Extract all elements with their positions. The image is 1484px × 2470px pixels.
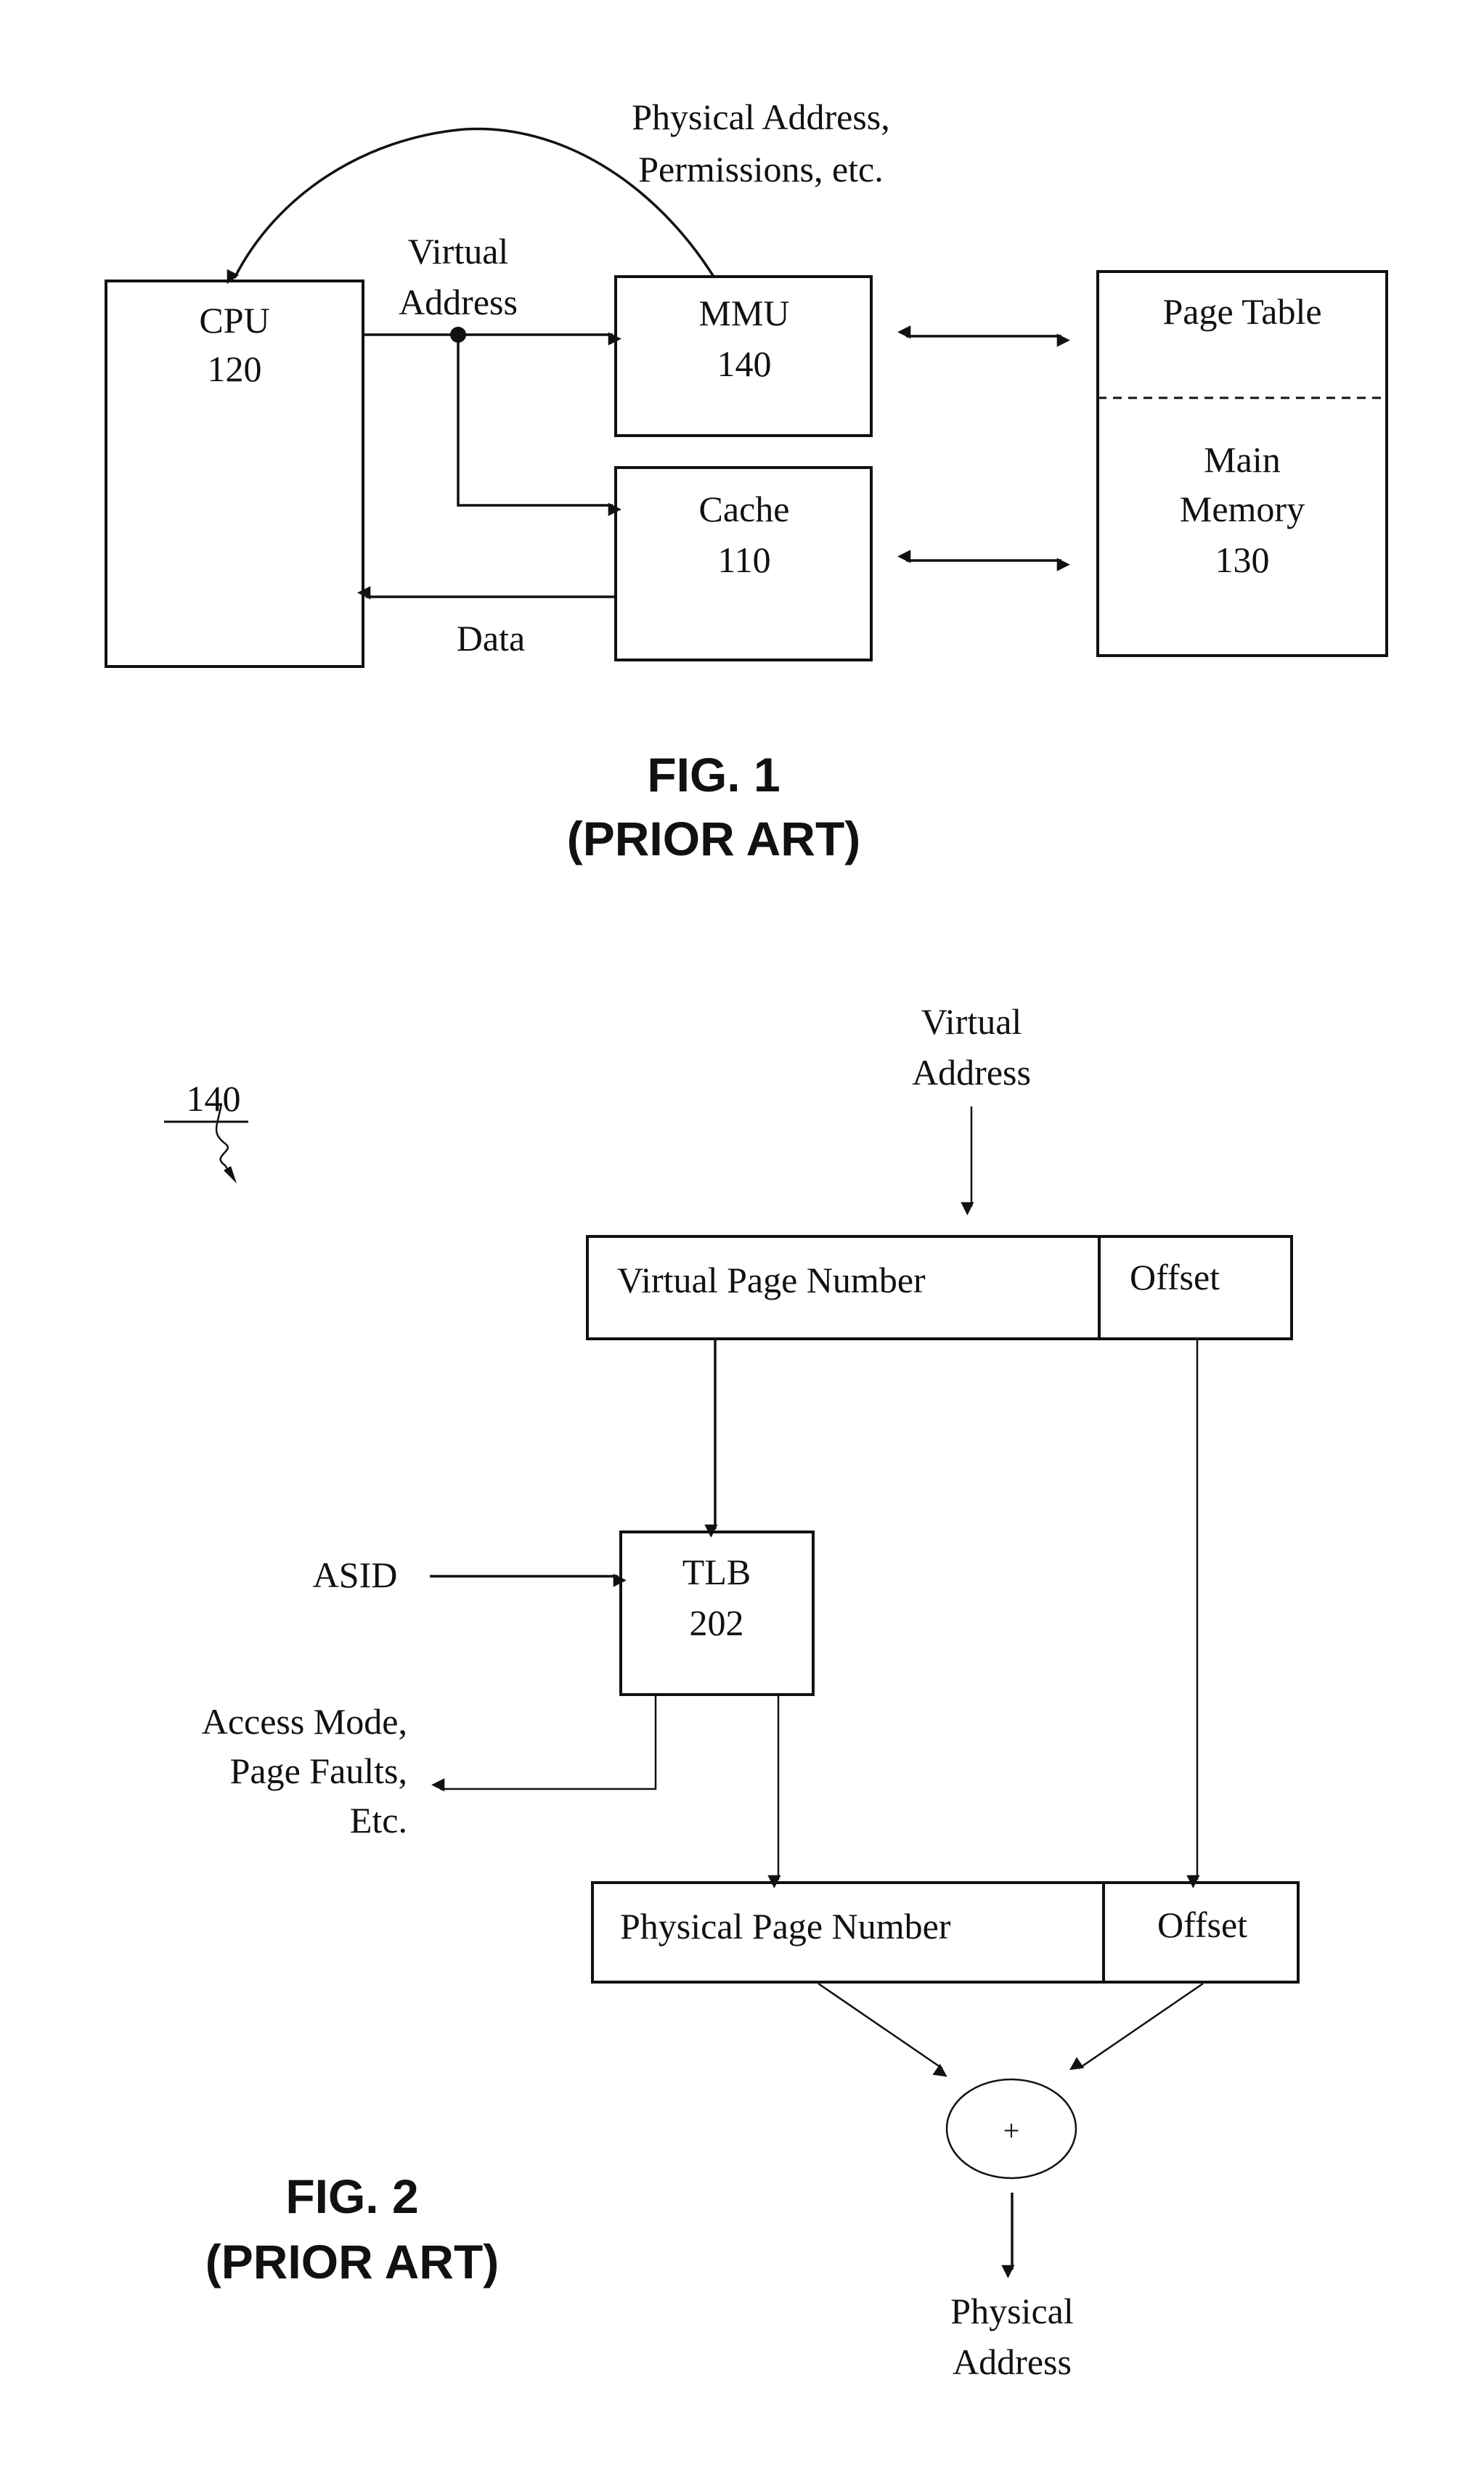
side-output-label-2: Page Faults, (230, 1750, 407, 1791)
page-table-label: Page Table (1162, 291, 1321, 332)
tlb-side-output-arrow (431, 1695, 657, 1792)
asid-label: ASID (313, 1554, 398, 1595)
cpu-ref: 120 (208, 349, 262, 389)
virtual-offset-label: Offset (1130, 1257, 1220, 1297)
cache-ref: 110 (717, 539, 770, 580)
ppn-label: Physical Page Number (620, 1906, 951, 1947)
figure-2: 140 Virtual Address Virtual Page Number … (164, 1001, 1300, 2382)
fig2-caption: FIG. 2 (285, 2169, 418, 2223)
mmu-ref: 140 (717, 343, 772, 384)
feedback-label-2: Permissions, etc. (638, 149, 883, 189)
main-memory-label-1: Main (1204, 439, 1281, 480)
figure-1: CPU 120 MMU 140 Cache 110 Page Table Mai… (105, 97, 1388, 865)
main-memory-ref: 130 (1215, 539, 1270, 580)
fig1-subcaption: (PRIOR ART) (567, 812, 861, 865)
cpu-label: CPU (199, 300, 269, 341)
fig1-caption: FIG. 1 (647, 748, 780, 802)
pa-output-label-1: Physical (950, 2291, 1073, 2331)
tlb-ref: 202 (690, 1602, 744, 1643)
mmu-label: MMU (698, 293, 789, 333)
adder-plus-symbol: + (1003, 2114, 1020, 2147)
side-output-label-3: Etc. (350, 1800, 407, 1841)
va-label-2: Address (399, 282, 518, 322)
data-label: Data (457, 618, 525, 659)
fig2-subcaption: (PRIOR ART) (205, 2235, 500, 2288)
va-input-label-1: Virtual (921, 1001, 1022, 1042)
physical-offset-label: Offset (1157, 1904, 1247, 1945)
va-input-label-2: Address (912, 1052, 1031, 1093)
offset-to-adder-arrow (1069, 1982, 1204, 2071)
feedback-label-1: Physical Address, (632, 97, 890, 137)
va-to-cache-arrow (457, 335, 621, 516)
tlb-label: TLB (682, 1552, 751, 1592)
side-output-label-1: Access Mode, (202, 1701, 407, 1742)
main-memory-label-2: Memory (1180, 489, 1305, 529)
pa-output-label-2: Address (953, 2341, 1072, 2382)
ref-arrowhead (224, 1166, 237, 1183)
ppn-to-adder-arrow (818, 1982, 947, 2077)
vpn-label: Virtual Page Number (617, 1260, 926, 1300)
cache-label: Cache (699, 489, 790, 529)
va-label-1: Virtual (408, 231, 509, 272)
ref-140-label: 140 (187, 1078, 241, 1119)
patent-drawing: CPU 120 MMU 140 Cache 110 Page Table Mai… (105, 97, 1388, 2382)
